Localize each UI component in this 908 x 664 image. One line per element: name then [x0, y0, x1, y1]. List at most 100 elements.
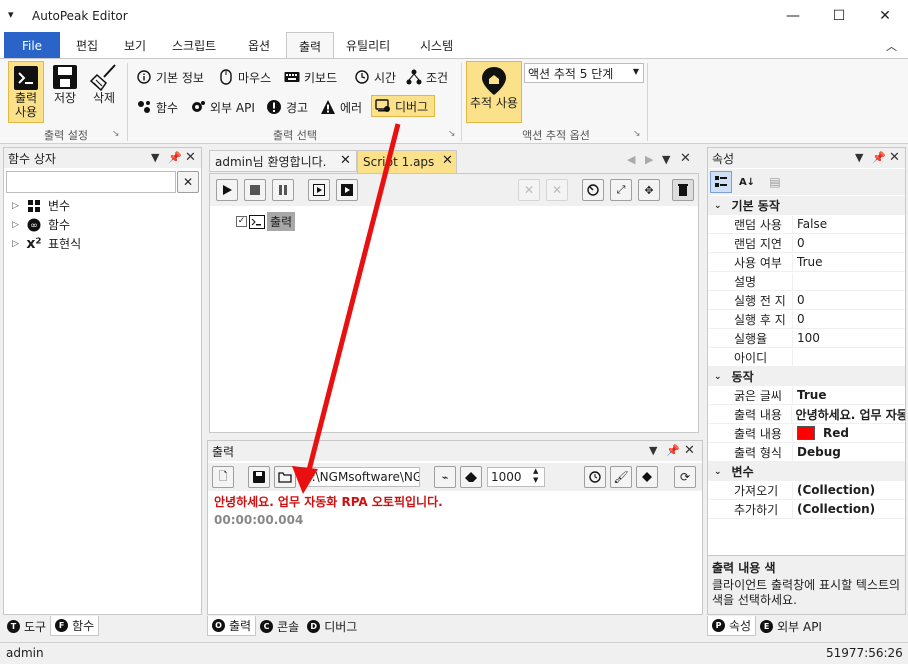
output-path-input[interactable]: E:\NGMsoftware\NG: [300, 467, 420, 487]
function-search-input[interactable]: [6, 171, 176, 193]
delete-button[interactable]: 삭제: [86, 63, 122, 123]
property-row[interactable]: 실행 전 지 0: [708, 291, 905, 310]
script-node-output[interactable]: ✓ 출력: [236, 212, 296, 231]
disabled-button[interactable]: ✕: [546, 179, 568, 201]
close-tab-icon[interactable]: ✕: [340, 153, 351, 168]
property-category[interactable]: ⌄ 변수: [708, 462, 905, 481]
delete-node-button[interactable]: [672, 179, 694, 201]
property-row[interactable]: 랜덤 사용 False: [708, 215, 905, 234]
tab-output[interactable]: 출력: [286, 32, 335, 59]
collapse-ribbon-icon[interactable]: ︿: [886, 38, 897, 54]
fill-color-button[interactable]: [636, 466, 658, 488]
tab-debug[interactable]: D 디버그: [303, 616, 361, 636]
property-value[interactable]: True: [797, 388, 826, 402]
basic-info-button[interactable]: 기본 정보: [136, 67, 204, 87]
output-use-button[interactable]: 출력 사용: [8, 61, 44, 123]
mouse-button[interactable]: 마우스: [218, 67, 271, 87]
pause-button[interactable]: [272, 179, 294, 201]
property-row[interactable]: 추가하기 (Collection): [708, 500, 905, 519]
save-button[interactable]: 저장: [48, 63, 82, 123]
node-checkbox[interactable]: ✓: [236, 216, 247, 227]
stop-button[interactable]: [244, 179, 266, 201]
close-icon[interactable]: ✕: [684, 443, 695, 458]
close-button[interactable]: ✕: [862, 0, 908, 32]
debug-button[interactable]: 디버그: [371, 95, 436, 117]
property-value[interactable]: 0: [797, 312, 805, 326]
tab-system[interactable]: 시스템: [408, 32, 465, 58]
panel-menu-icon[interactable]: ▼: [855, 151, 863, 164]
tab-welcome[interactable]: admin님 환영합니다. ✕: [209, 150, 357, 172]
property-category[interactable]: ⌄ 동작: [708, 367, 905, 386]
close-icon[interactable]: ✕: [185, 150, 196, 165]
property-value[interactable]: 안녕하세요. 업무 자동: [796, 408, 905, 422]
tab-list-icon[interactable]: ▼: [662, 153, 670, 166]
dialog-launcher-icon[interactable]: ↘: [448, 129, 456, 139]
tab-console[interactable]: C 콘솔: [256, 616, 303, 636]
property-value[interactable]: Debug: [797, 445, 841, 459]
brush-button[interactable]: 🖌: [610, 466, 632, 488]
tab-script[interactable]: 스크립트: [160, 32, 228, 58]
panel-menu-icon[interactable]: ▼: [649, 444, 657, 457]
property-row[interactable]: 랜덤 지연 0: [708, 234, 905, 253]
close-icon[interactable]: ✕: [889, 150, 900, 165]
scroll-right-icon[interactable]: ▶: [645, 153, 653, 166]
trace-level-dropdown[interactable]: 액션 추적 5 단계 ▼: [524, 63, 644, 83]
time-button[interactable]: 시간: [354, 67, 396, 87]
property-row[interactable]: 출력 내용 안녕하세요. 업무 자동: [708, 405, 905, 424]
collapse-button[interactable]: ✥: [638, 179, 660, 201]
property-row[interactable]: 아이디: [708, 348, 905, 367]
tab-edit[interactable]: 편집: [64, 32, 110, 58]
save-output-button[interactable]: [248, 466, 270, 488]
warning-button[interactable]: 경고: [266, 97, 308, 117]
property-value[interactable]: 0: [797, 236, 805, 250]
condition-button[interactable]: 조건: [406, 67, 448, 87]
tab-properties[interactable]: P 속성: [707, 616, 757, 636]
tab-script[interactable]: Script 1.aps ✕: [357, 150, 457, 173]
tab-external-api[interactable]: E 외부 API: [756, 616, 826, 636]
minimize-button[interactable]: —: [770, 0, 816, 32]
panel-menu-icon[interactable]: ▼: [151, 151, 159, 164]
external-api-button[interactable]: 외부 API: [190, 97, 255, 117]
property-row[interactable]: 실행율 100: [708, 329, 905, 348]
tree-item-functions[interactable]: ▷ ∞ 함수: [12, 215, 81, 234]
collapse-icon[interactable]: ⌄: [714, 201, 722, 211]
tab-functions[interactable]: F 함수: [50, 616, 100, 636]
pin-icon[interactable]: 📌: [168, 151, 182, 164]
disabled-button[interactable]: ✕: [518, 179, 540, 201]
property-row[interactable]: 출력 내용 Red: [708, 424, 905, 443]
property-category[interactable]: ⌄ 기본 동작: [708, 196, 905, 215]
run-to-button[interactable]: [336, 179, 358, 201]
dialog-launcher-icon[interactable]: ↘: [633, 129, 641, 139]
property-value[interactable]: Red: [823, 426, 849, 440]
property-value[interactable]: (Collection): [797, 502, 875, 516]
property-row[interactable]: 설명: [708, 272, 905, 291]
alphabetical-button[interactable]: A↓: [736, 171, 758, 193]
timer-button[interactable]: [582, 179, 604, 201]
tab-output-log[interactable]: O 출력: [207, 616, 257, 636]
trace-use-button[interactable]: 추적 사용: [466, 61, 522, 123]
expand-button[interactable]: ⤢: [610, 179, 632, 201]
collapse-icon[interactable]: ⌄: [714, 372, 722, 382]
error-button[interactable]: 에러: [320, 97, 362, 117]
property-value[interactable]: 100: [797, 331, 820, 345]
property-value[interactable]: False: [797, 217, 827, 231]
close-tab-icon[interactable]: ✕: [442, 153, 453, 168]
tree-item-expressions[interactable]: ▷ x² 표현식: [12, 234, 81, 253]
function-button[interactable]: 함수: [136, 97, 178, 117]
property-row[interactable]: 실행 후 지 0: [708, 310, 905, 329]
property-row[interactable]: 출력 형식 Debug: [708, 443, 905, 462]
keyboard-button[interactable]: 키보드: [284, 67, 337, 87]
play-button[interactable]: [216, 179, 238, 201]
clean-output-button[interactable]: ⌁: [434, 466, 456, 488]
open-folder-button[interactable]: [274, 466, 296, 488]
property-value[interactable]: 0: [797, 293, 805, 307]
close-document-icon[interactable]: ✕: [680, 151, 691, 166]
time-stamp-button[interactable]: [584, 466, 606, 488]
expand-icon[interactable]: ▷: [12, 239, 26, 249]
property-row[interactable]: 사용 여부 True: [708, 253, 905, 272]
tab-options[interactable]: 옵션: [236, 32, 282, 58]
tab-view[interactable]: 보기: [112, 32, 158, 58]
scroll-left-icon[interactable]: ◀: [627, 153, 635, 166]
expand-icon[interactable]: ▷: [12, 201, 26, 211]
tab-tools[interactable]: T 도구: [3, 616, 50, 636]
